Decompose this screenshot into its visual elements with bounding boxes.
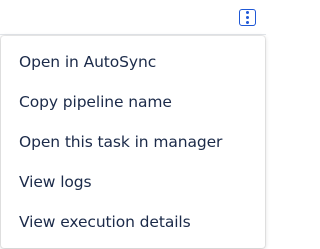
context-menu: Open in AutoSync Copy pipeline name Open… [1,36,265,248]
top-toolbar [0,0,266,35]
more-actions-icon-dot [246,16,249,19]
menu-item-open-in-autosync[interactable]: Open in AutoSync [1,42,265,82]
menu-item-view-execution-details[interactable]: View execution details [1,202,265,242]
page: Open in AutoSync Copy pipeline name Open… [0,0,266,249]
menu-item-open-task-in-manager[interactable]: Open this task in manager [1,122,265,162]
menu-item-view-logs[interactable]: View logs [1,162,265,202]
menu-item-copy-pipeline-name[interactable]: Copy pipeline name [1,82,265,122]
more-actions-icon-dot [246,21,249,24]
more-actions-icon [246,11,249,14]
more-actions-button[interactable] [239,9,256,26]
